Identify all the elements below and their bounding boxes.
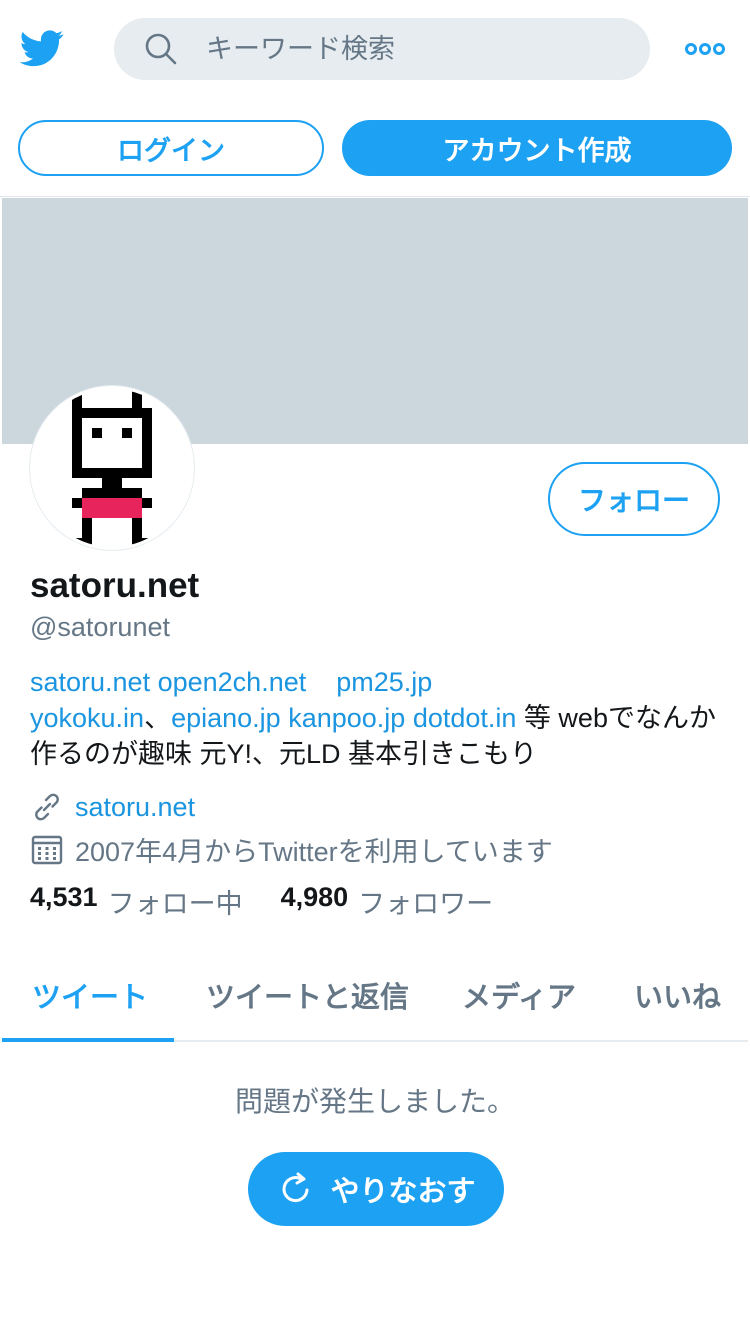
- followers-count: 4,980: [280, 882, 349, 912]
- bio-link-epiano[interactable]: epiano.jp: [171, 703, 281, 733]
- following-label: フォロー中: [107, 889, 243, 919]
- website-link[interactable]: satoru.net: [75, 792, 195, 823]
- tab-likes[interactable]: いいね: [634, 974, 721, 1016]
- tab-media[interactable]: メディア: [462, 974, 576, 1016]
- profile-bio: satoru.net open2ch.net pm25.jp yokoku.in…: [30, 664, 720, 772]
- profile-name: satoru.net: [30, 566, 200, 605]
- following-count: 4,531: [30, 882, 98, 912]
- refresh-icon: [283, 1172, 309, 1203]
- profile-tabs: ツイート ツイートと返信 メディア いいね: [2, 946, 748, 1042]
- retry-button[interactable]: やりなおす: [248, 1152, 504, 1226]
- login-button[interactable]: ログイン: [18, 120, 324, 176]
- bio-link-satoru[interactable]: satoru.net: [30, 667, 150, 697]
- calendar-icon: [31, 835, 63, 864]
- twitter-bird-icon[interactable]: [18, 26, 66, 70]
- header-divider: [0, 196, 750, 197]
- profile-stats: 4,531 フォロー中 4,980 フォロワー: [30, 882, 493, 921]
- tab-tweets-and-replies[interactable]: ツイートと返信: [206, 974, 409, 1016]
- pixel-character-avatar-image: [72, 389, 152, 547]
- profile-handle: @satorunet: [30, 612, 170, 642]
- search-bar[interactable]: [114, 18, 650, 80]
- active-tab-indicator: [2, 1038, 174, 1042]
- more-options-icon[interactable]: [684, 38, 726, 60]
- bio-separator: 、: [144, 703, 172, 733]
- retry-label: やりなおす: [330, 1176, 476, 1208]
- tab-tweets[interactable]: ツイート: [32, 974, 148, 1016]
- followers-stat[interactable]: 4,980 フォロワー: [281, 882, 494, 921]
- search-input[interactable]: [206, 33, 606, 65]
- search-icon: [145, 33, 177, 65]
- bio-link-kanpoo[interactable]: kanpoo.jp: [288, 703, 405, 733]
- bio-link-pm25[interactable]: pm25.jp: [336, 667, 432, 697]
- join-date-text: 2007年4月からTwitterを利用しています: [75, 837, 553, 867]
- signup-button[interactable]: アカウント作成: [342, 120, 732, 176]
- avatar[interactable]: [30, 386, 194, 550]
- follow-button[interactable]: フォロー: [548, 462, 720, 536]
- link-icon: [35, 793, 59, 821]
- bio-link-open2ch[interactable]: open2ch.net: [158, 667, 307, 697]
- profile-join-date: 2007年4月からTwitterを利用しています: [30, 830, 553, 869]
- followers-label: フォロワー: [358, 889, 494, 919]
- following-stat[interactable]: 4,531 フォロー中: [30, 882, 243, 921]
- bio-link-yokoku[interactable]: yokoku.in: [30, 703, 144, 733]
- profile-website[interactable]: satoru.net: [30, 790, 195, 824]
- bio-link-dotdot[interactable]: dotdot.in: [413, 703, 517, 733]
- error-message: 問題が発生しました。: [234, 1086, 515, 1117]
- top-bar: [0, 0, 750, 100]
